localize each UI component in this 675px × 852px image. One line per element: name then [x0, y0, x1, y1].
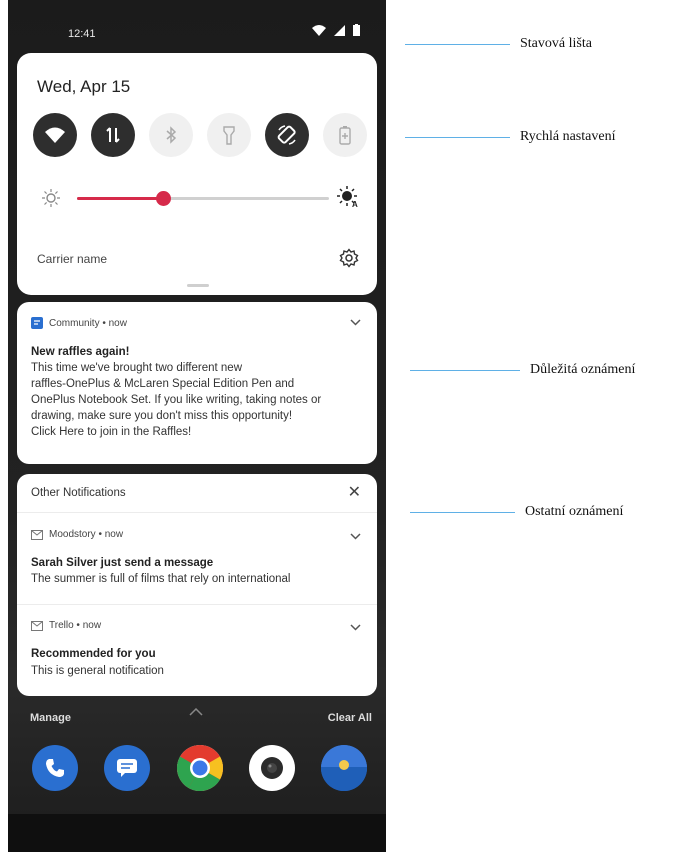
svg-text:A: A	[352, 200, 358, 208]
callout-label: Rychlá nastavení	[520, 129, 616, 144]
camera-lens-icon	[260, 757, 283, 779]
quick-settings-panel: Wed, Apr 15 A Carrier name	[17, 53, 377, 295]
chrome-logo-icon	[176, 745, 223, 791]
bluetooth-icon	[166, 126, 177, 144]
bluetooth-tile[interactable]	[149, 113, 193, 157]
notification-app-name: Community • now	[49, 317, 127, 329]
status-time: 12:41	[68, 28, 96, 40]
auto-rotate-tile[interactable]	[265, 113, 309, 157]
settings-gear-icon[interactable]	[339, 248, 359, 268]
phone-handset-icon	[46, 759, 64, 777]
notification-body: This time we've brought two different ne…	[31, 360, 371, 440]
callout-line	[410, 369, 520, 371]
notification-line: Click Here to join in the Raffles!	[31, 426, 192, 438]
brightness-track[interactable]	[77, 191, 329, 206]
notification-app-row: Moodstory • now	[31, 529, 123, 540]
callout-line	[410, 511, 515, 513]
notification-body: This is general notification	[31, 665, 164, 677]
brightness-low-icon	[42, 189, 60, 207]
brightness-fill	[77, 197, 163, 200]
manage-button[interactable]: Manage	[30, 712, 71, 724]
divider	[17, 604, 377, 605]
navigation-bar	[8, 814, 386, 852]
clear-all-button[interactable]: Clear All	[328, 712, 372, 724]
battery-saver-icon	[339, 126, 351, 145]
wifi-tile[interactable]	[33, 113, 77, 157]
callout-line	[405, 136, 510, 138]
other-notifications-card: Other Notifications ✕ Moodstory • now Sa…	[17, 474, 377, 696]
close-icon[interactable]: ✕	[348, 482, 361, 502]
notification-body: The summer is full of films that rely on…	[31, 573, 291, 585]
callout-label: Ostatní oznámení	[525, 504, 624, 519]
callout-important: Důležitá oznámení	[410, 362, 635, 378]
mobile-data-tile[interactable]	[91, 113, 135, 157]
notification-title: Recommended for you	[31, 648, 156, 660]
quick-settings-date: Wed, Apr 15	[37, 77, 131, 96]
brightness-slider[interactable]: A	[41, 185, 359, 211]
app-dock	[32, 745, 367, 791]
carrier-name: Carrier name	[37, 252, 108, 266]
chevron-down-icon[interactable]	[350, 624, 361, 631]
chevron-down-icon[interactable]	[350, 533, 361, 540]
camera-app-icon[interactable]	[248, 745, 295, 791]
chrome-app-icon[interactable]	[176, 745, 223, 791]
cellular-signal-icon	[334, 24, 345, 36]
flashlight-icon	[223, 126, 235, 145]
notification-title: Sarah Silver just send a message	[31, 557, 214, 569]
notification-app-name: Trello • now	[49, 620, 102, 631]
battery-saver-tile[interactable]	[323, 113, 367, 157]
divider	[17, 512, 377, 513]
gallery-app-icon[interactable]	[321, 745, 367, 791]
notification-app-row: Trello • now	[31, 620, 101, 631]
auto-rotate-icon	[277, 125, 296, 145]
notification-line: This time we've brought two different ne…	[31, 362, 243, 374]
community-app-icon	[31, 317, 43, 329]
notification-line: raffles-OnePlus & McLaren Special Editio…	[31, 378, 295, 390]
gallery-landscape-icon	[321, 745, 367, 791]
callout-other: Ostatní oznámení	[410, 504, 623, 520]
status-bar: 12:41	[8, 0, 386, 46]
system-icons	[312, 24, 360, 36]
brightness-knob[interactable]	[156, 191, 171, 206]
chevron-down-icon[interactable]	[350, 319, 361, 326]
battery-icon	[353, 24, 360, 36]
mobile-data-icon	[106, 127, 120, 143]
important-notification-card[interactable]: Community • now New raffles again! This …	[17, 302, 377, 464]
phone-screen: 12:41 Wed, Apr 15 A Carrier name Communi…	[8, 0, 386, 852]
notification-app-row: Community • now	[31, 317, 127, 329]
callout-quick-settings: Rychlá nastavení	[405, 129, 615, 145]
auto-brightness-icon[interactable]: A	[337, 186, 359, 208]
wifi-icon	[45, 127, 65, 143]
callout-label: Stavová lišta	[520, 36, 592, 51]
message-app-icon	[31, 620, 43, 631]
notification-line: OnePlus Notebook Set. If you like writin…	[31, 394, 322, 406]
other-notifications-header: Other Notifications	[31, 487, 126, 499]
chevron-up-icon[interactable]	[189, 708, 203, 716]
callout-status-bar: Stavová lišta	[405, 36, 592, 52]
notification-line: drawing, make sure you don't miss this o…	[31, 410, 293, 422]
messages-app-icon[interactable]	[104, 745, 151, 791]
quick-settings-drag-handle[interactable]	[187, 284, 209, 287]
callout-label: Důležitá oznámení	[530, 362, 636, 377]
wifi-status-icon	[312, 24, 326, 36]
message-bubble-icon	[117, 759, 138, 777]
notification-title: New raffles again!	[31, 346, 130, 358]
flashlight-tile[interactable]	[207, 113, 251, 157]
message-app-icon	[31, 529, 43, 540]
phone-app-icon[interactable]	[32, 745, 78, 791]
notification-app-name: Moodstory • now	[49, 529, 124, 540]
callout-line	[405, 43, 510, 45]
quick-settings-tiles	[33, 113, 367, 157]
